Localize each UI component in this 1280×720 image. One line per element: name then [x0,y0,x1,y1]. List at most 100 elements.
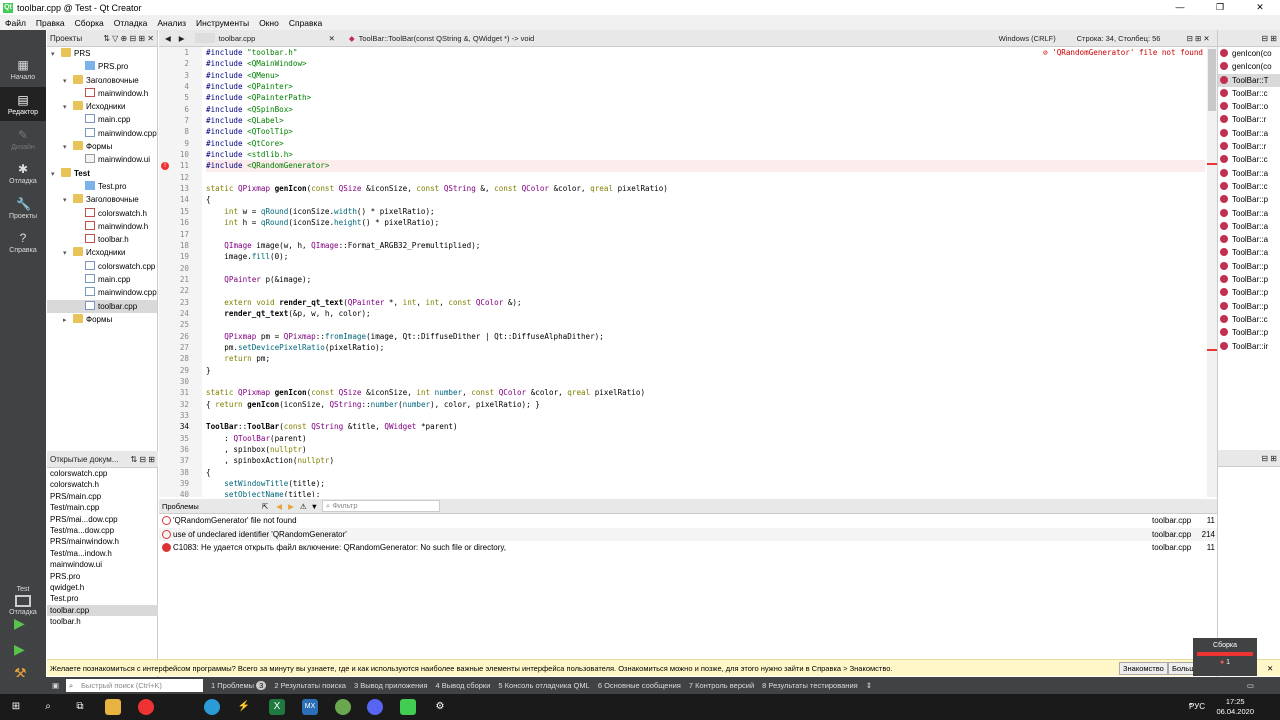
open-document-item[interactable]: mainwindow.ui [47,559,158,570]
tree-item[interactable]: toolbar.cpp [47,299,157,313]
qt-creator-icon[interactable] [400,699,416,715]
code-line[interactable] [206,263,1205,274]
open-document-item[interactable]: Test/main.cpp [47,502,158,513]
build-progress[interactable]: Сборка ● 1 [1193,638,1257,676]
outline-item[interactable]: genIcon(co [1218,47,1280,60]
outline-item[interactable]: ToolBar::p [1218,193,1280,206]
tab-version-control[interactable]: 7 Контроль версий [689,681,754,690]
code-line[interactable]: { [206,194,1205,205]
toggle-output-icon[interactable]: ▭ [1247,681,1254,690]
line-number[interactable]: 22 [159,285,202,296]
tab-app-output[interactable]: 3 Вывод приложения [354,681,428,690]
excel-icon[interactable]: X [269,699,285,715]
tab-qml-console[interactable]: 5 Консоль отладчика QML [498,681,589,690]
open-document-item[interactable]: colorswatch.h [47,479,158,490]
expand-arrow-icon[interactable]: ▾ [63,141,73,154]
symbol-selector[interactable]: ToolBar::ToolBar(const QString &, QWidge… [359,34,999,43]
code-line[interactable]: QPixmap pm = QPixmap::fromImage(image, Q… [206,331,1205,342]
line-number[interactable]: 35 [159,433,202,444]
line-number[interactable]: 12 [159,172,202,183]
open-document-item[interactable]: PRS/main.cpp [47,491,158,502]
maximize-button[interactable]: ❐ [1200,0,1240,15]
line-number[interactable]: 9 [159,138,202,149]
open-document-item[interactable]: Test.pro [47,593,158,604]
open-file-selector[interactable]: toolbar.cpp [219,34,329,43]
outline-item[interactable]: ToolBar::a [1218,246,1280,259]
line-number[interactable]: 7 [159,115,202,126]
line-number[interactable]: 1 [159,47,202,58]
code-line[interactable]: static QPixmap genIcon(const QSize &icon… [206,387,1205,398]
tree-item[interactable]: mainwindow.cpp [47,286,157,299]
mx-icon[interactable]: MX [302,699,318,715]
line-number[interactable]: 36 [159,444,202,455]
code-line[interactable]: QImage image(w, h, QImage::Format_ARGB32… [206,240,1205,251]
issue-row[interactable]: C1083: Не удается открыть файл включение… [159,541,1217,555]
tree-item[interactable]: ▾ Заголовочные [47,193,157,206]
code-line[interactable]: setObjectName(title); [206,489,1205,497]
app-icon[interactable]: ⚡ [236,699,252,715]
line-number[interactable]: 13 [159,183,202,194]
chrome-icon[interactable] [138,699,154,715]
close-document-icon[interactable]: ✕ [329,34,335,43]
minimize-button[interactable]: — [1160,0,1200,15]
outline-item[interactable]: ToolBar::ir [1218,340,1280,353]
tree-item[interactable]: colorswatch.cpp [47,260,157,273]
tree-item[interactable]: ▾ PRS [47,47,157,60]
outline-item[interactable]: ToolBar::c [1218,313,1280,326]
open-document-item[interactable]: PRS/mai...dow.cpp [47,514,158,525]
tree-item[interactable]: mainwindow.h [47,220,157,233]
tab-compile-output[interactable]: 4 Вывод сборки [436,681,491,690]
line-number[interactable]: 25 [159,319,202,330]
issue-row[interactable]: use of undeclared identifier 'QRandomGen… [159,527,1217,541]
cursor-position[interactable]: Строка: 34, Столбец: 56 [1077,34,1187,43]
menu-edit[interactable]: Правка [31,18,70,28]
code-line[interactable]: : QToolBar(parent) [206,433,1205,444]
line-number[interactable]: 3 [159,70,202,81]
menu-file[interactable]: Файл [0,18,31,28]
line-number[interactable]: 11! [159,160,202,171]
outline-item[interactable]: ToolBar::c [1218,87,1280,100]
telegram-icon[interactable] [204,699,220,715]
code-text[interactable]: #include "toolbar.h" #include <QMainWindo… [206,47,1205,497]
mode-projects[interactable]: 🔧 Проекты [0,191,46,225]
keyboard-layout[interactable]: РУС [1189,702,1205,711]
line-number[interactable]: 8 [159,126,202,137]
locator-input[interactable]: ⌕ Быстрый поиск (Ctrl+K) [66,679,203,692]
outline-item[interactable]: ToolBar::p [1218,286,1280,299]
code-line[interactable]: extern void render_qt_text(QPainter *, i… [206,297,1205,308]
clock[interactable]: 17:25 06.04.2020 [1216,697,1254,717]
issue-row[interactable]: 'QRandomGenerator' file not found toolbar… [159,514,1217,528]
mode-edit[interactable]: ▤ Редактор [0,87,46,121]
code-line[interactable]: ToolBar::ToolBar(const QString &title, Q… [206,421,1205,432]
app-icon[interactable] [335,699,351,715]
line-number[interactable]: 19 [159,251,202,262]
outline-item[interactable]: ToolBar::a [1218,220,1280,233]
code-line[interactable]: return pm; [206,353,1205,364]
search-icon[interactable]: ⌕ [40,699,56,715]
tree-item[interactable]: ▾ Исходники [47,246,157,259]
code-line[interactable]: #include <QMainWindow> [206,58,1205,69]
outline-item[interactable]: ToolBar::a [1218,127,1280,140]
tree-item[interactable]: ▾ Исходники [47,100,157,113]
line-number[interactable]: 18 [159,240,202,251]
outline-item[interactable]: ToolBar::p [1218,260,1280,273]
line-number[interactable]: 10 [159,149,202,160]
outline-item[interactable]: ToolBar::T [1218,73,1280,87]
code-line[interactable] [206,319,1205,330]
code-line[interactable]: static QPixmap genIcon(const QSize &icon… [206,183,1205,194]
line-number[interactable]: 26 [159,331,202,342]
code-line[interactable] [206,285,1205,296]
code-line[interactable] [206,410,1205,421]
filter-input[interactable]: ⌕ Фильтр [322,500,441,512]
line-number[interactable]: 14 [159,194,202,205]
tree-item[interactable]: ▾ Test [47,167,157,180]
mode-design[interactable]: ✎ Дизайн [0,122,46,156]
open-document-item[interactable]: Test/ma...indow.h [47,548,158,559]
open-document-item[interactable]: qwidget.h [47,582,158,593]
open-document-item[interactable]: PRS.pro [47,571,158,582]
clean-icon[interactable]: ⇱ [262,502,268,511]
code-line[interactable]: #include <QRandomGenerator> ⊘ 'QRandomGen… [206,48,1205,172]
take-tour-button[interactable]: Знакомство [1119,662,1168,675]
warning-filter-icon[interactable]: ⚠ [300,502,307,511]
open-document-item[interactable]: toolbar.h [47,616,158,627]
